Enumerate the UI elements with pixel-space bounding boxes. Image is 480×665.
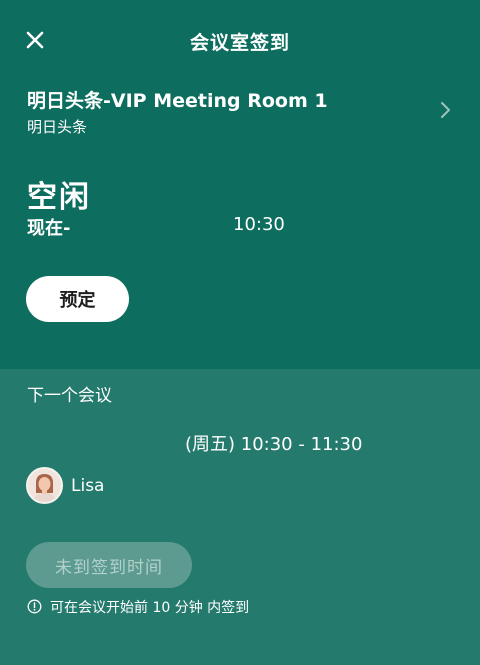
now-time: 10:30	[233, 214, 285, 235]
host-name: Lisa	[71, 476, 105, 496]
chevron-right-icon	[441, 102, 450, 118]
next-meeting-time: (周五) 10:30 - 11:30	[185, 434, 363, 455]
checkin-hint: 可在会议开始前 10 分钟 内签到	[50, 600, 250, 616]
room-detail-button[interactable]	[436, 98, 454, 122]
room-building: 明日头条	[27, 118, 88, 136]
next-meeting-panel	[0, 369, 480, 665]
info-icon	[27, 599, 42, 614]
avatar	[26, 467, 63, 504]
room-status: 空闲	[27, 180, 91, 215]
avatar-image	[28, 469, 61, 502]
checkin-button: 未到签到时间	[26, 542, 192, 588]
now-label: 现在-	[27, 218, 71, 239]
room-name: 明日头条-VIP Meeting Room 1	[27, 90, 328, 112]
next-meeting-label: 下一个会议	[27, 386, 112, 406]
reserve-button[interactable]: 预定	[26, 276, 129, 322]
page-title: 会议室签到	[189, 32, 290, 54]
